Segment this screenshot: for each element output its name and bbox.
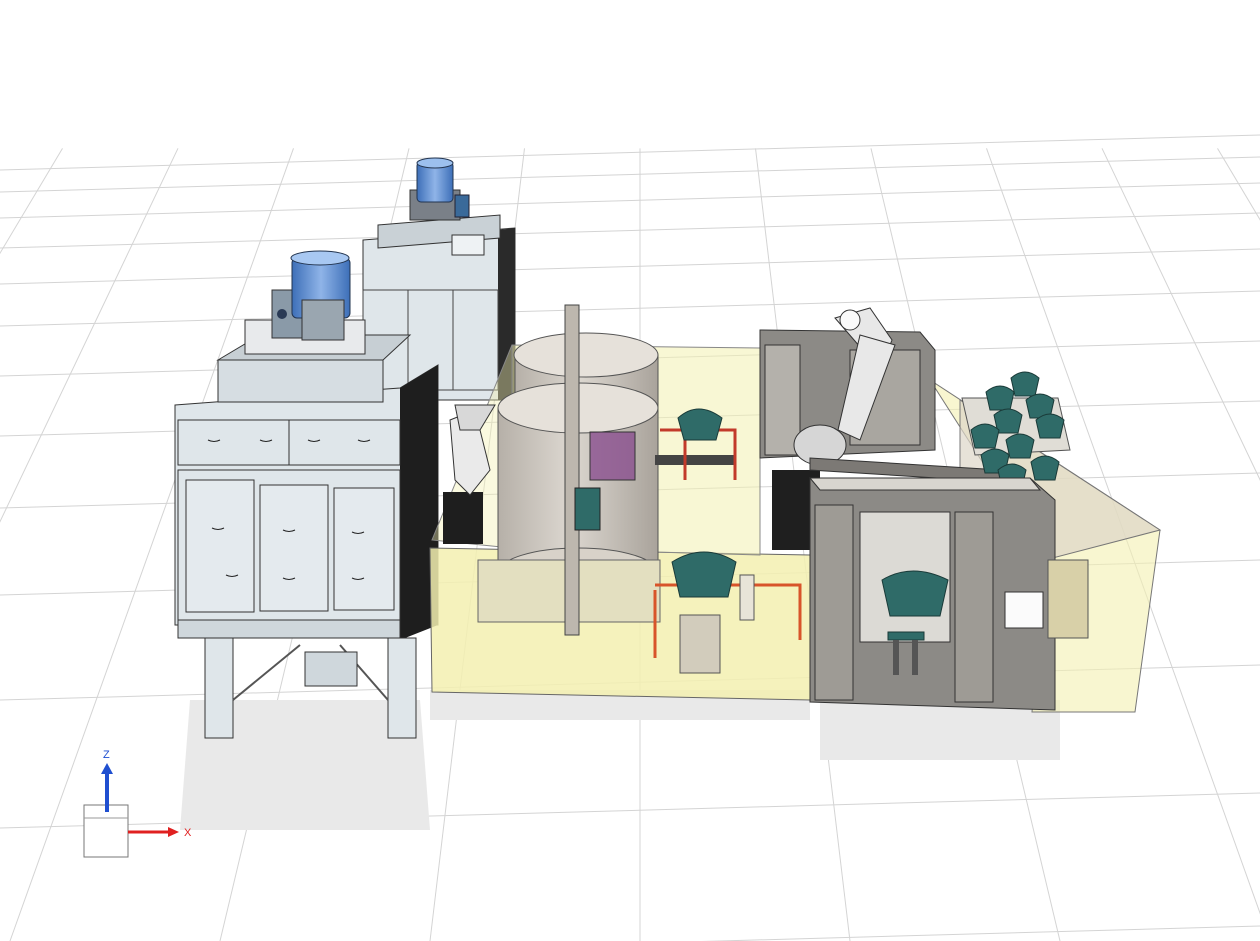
motor-back[interactable] (409, 157, 470, 221)
z-axis-label: Z (103, 749, 110, 761)
grid-line (0, 248, 1260, 285)
stored-part (1010, 371, 1040, 397)
stored-part (1005, 433, 1035, 459)
stored-part (985, 385, 1015, 411)
x-axis-head (168, 827, 179, 837)
stored-part (1030, 455, 1060, 481)
z-axis-head (101, 763, 113, 774)
ground-shadow (180, 690, 1060, 830)
grid-line (0, 148, 63, 255)
stored-part (1035, 413, 1065, 439)
dust-collector-left[interactable] (174, 334, 439, 739)
grid-line (0, 290, 1260, 327)
grid-line (0, 182, 1260, 219)
3d-viewport[interactable]: Z X (0, 0, 1260, 941)
grid-line (0, 212, 1260, 249)
motor-left[interactable] (244, 250, 366, 355)
grid-line (701, 925, 1260, 941)
grid-line (0, 134, 1260, 171)
cad-scene[interactable]: Z X (0, 0, 1260, 941)
grid-line (1217, 148, 1260, 221)
spray-booth-front[interactable] (808, 477, 1089, 711)
axis-triad: Z X (83, 749, 192, 858)
dust-collector-back[interactable] (362, 214, 516, 401)
grid-line (0, 156, 1260, 193)
x-axis-label: X (184, 827, 192, 839)
stored-part (970, 423, 1000, 449)
